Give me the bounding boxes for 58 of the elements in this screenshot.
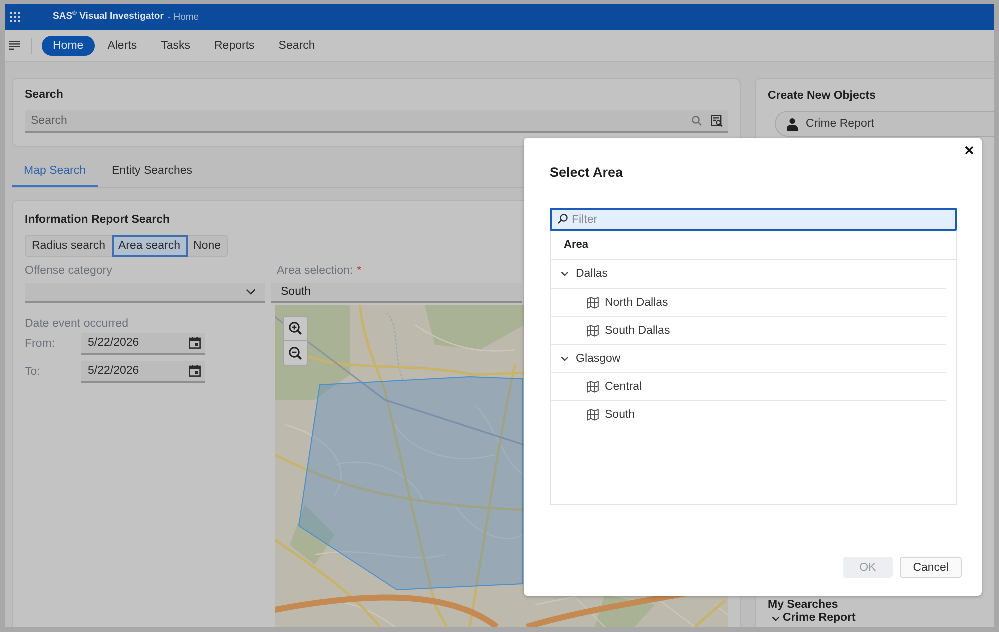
search-group[interactable]: Crime Report (768, 612, 856, 625)
tree-item[interactable]: Dallas (551, 260, 946, 288)
tree-item[interactable]: South (551, 400, 946, 428)
search-icon[interactable] (692, 116, 702, 126)
tree-item[interactable]: South Dallas (551, 316, 946, 344)
date-field[interactable]: 5/22/2026 (81, 361, 205, 383)
required-mark: * (357, 265, 362, 278)
date-field[interactable]: 5/22/2026 (81, 333, 205, 355)
tree-item[interactable]: Central (551, 372, 946, 400)
tab[interactable]: Entity Searches (100, 155, 205, 187)
calendar-icon[interactable] (189, 365, 201, 377)
date-label: From: (25, 337, 56, 352)
search-icon (558, 214, 568, 224)
panel-title: My Searches (768, 599, 838, 612)
create-object-button[interactable]: Crime Report (775, 111, 994, 137)
segment-button[interactable]: None (186, 235, 228, 257)
area-selection-field[interactable]: South (271, 283, 522, 303)
date-label: To: (25, 365, 42, 380)
tree-item[interactable]: Glasgow (551, 344, 946, 372)
nav-tab[interactable]: Reports (204, 36, 266, 56)
nav-tab[interactable]: Tasks (150, 36, 202, 56)
zoom-out-button[interactable] (283, 341, 308, 366)
close-icon (965, 146, 974, 155)
field-label: Area selection: (277, 265, 354, 278)
chevron-down-icon[interactable] (561, 354, 569, 362)
calendar-icon[interactable] (189, 337, 201, 349)
zoom-in-icon (289, 322, 302, 335)
app-grid-icon[interactable] (10, 12, 20, 22)
chevron-down-icon[interactable] (561, 270, 569, 278)
segment-button[interactable]: Area search (112, 235, 188, 257)
list-search-icon[interactable] (711, 115, 723, 127)
map-icon (587, 324, 599, 336)
page-title: - Home (168, 12, 200, 22)
field-label: Date event occurred (25, 318, 129, 331)
app-title: SAS$^{®}$ Visual Investigator (53, 11, 164, 23)
panel-title: Create New Objects (768, 90, 876, 103)
chevron-down-icon[interactable] (246, 289, 256, 295)
dialog-title: Select Area (550, 164, 624, 181)
section-title: Information Report Search (25, 213, 170, 227)
nav-tab[interactable]: Alerts (96, 36, 148, 56)
dialog-button[interactable]: Cancel (900, 557, 962, 578)
map-icon (587, 380, 599, 392)
segment-button[interactable]: Radius search (25, 235, 113, 257)
zoom-in-button[interactable] (283, 316, 308, 341)
column-header: Area (564, 239, 588, 251)
chevron-down-icon[interactable] (772, 614, 780, 622)
menu-icon[interactable] (9, 41, 20, 50)
person-icon (787, 118, 798, 130)
map-icon (587, 408, 599, 420)
tree-item[interactable]: North Dallas (551, 288, 946, 316)
nav-tab[interactable]: Home (42, 36, 95, 56)
field-label: Offense category (25, 265, 112, 278)
search-title: Search (25, 89, 64, 102)
map-icon (587, 296, 599, 308)
zoom-out-icon (289, 346, 302, 360)
nav-tab[interactable]: Search (268, 36, 326, 56)
filter-field[interactable]: Filter (550, 208, 957, 231)
search-field[interactable]: Search (25, 110, 728, 133)
